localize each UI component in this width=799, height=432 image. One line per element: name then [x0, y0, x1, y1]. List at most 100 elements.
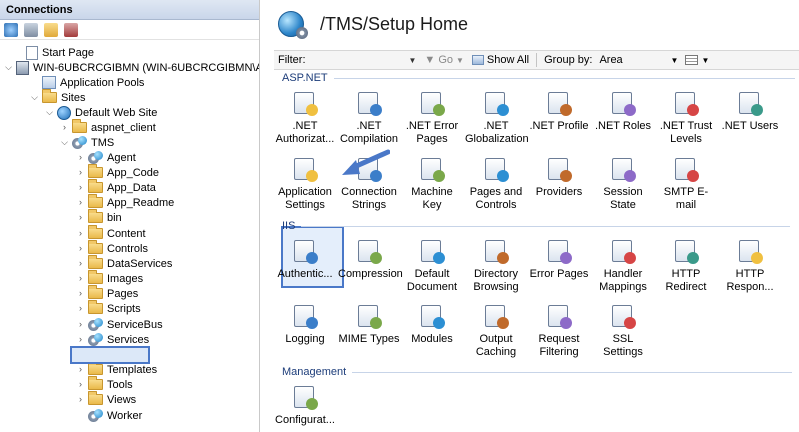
feature-item[interactable]: HTTP Redirect [655, 238, 717, 294]
connections-pane: Connections Start Page ⌵ WIN-6UBCRCGIBMN (… [0, 0, 260, 432]
tree-node[interactable]: › DataServices [76, 255, 172, 271]
feature-icon [673, 156, 699, 182]
feature-item[interactable]: Session State [592, 156, 654, 212]
feature-label: Machine Key [411, 186, 453, 211]
feature-item[interactable]: MIME Types [338, 303, 400, 346]
feature-item[interactable]: .NET Users [719, 90, 781, 133]
tree-node[interactable]: › Pages [76, 285, 138, 301]
expand-icon[interactable]: › [76, 320, 85, 329]
feature-item[interactable]: Request Filtering [528, 303, 590, 359]
tree-node[interactable]: › Views [76, 391, 136, 407]
tree-node[interactable]: › bin [76, 209, 122, 225]
group-header[interactable]: Management [282, 366, 793, 378]
tree-node[interactable]: Start Page [14, 45, 94, 60]
feature-label: Settings [285, 199, 325, 211]
disconnect-icon[interactable] [64, 22, 78, 37]
expand-icon[interactable]: › [76, 213, 85, 222]
tree-node[interactable]: › aspnet_client [60, 119, 156, 135]
feature-item[interactable]: SMTP E-mail [655, 156, 717, 212]
feature-item[interactable]: Error Pages [528, 238, 590, 281]
group-header[interactable]: IIS [282, 220, 791, 232]
funnel-icon: ▼ [424, 54, 436, 66]
tree-node[interactable]: › Agent [76, 150, 136, 165]
expand-icon[interactable]: › [76, 380, 85, 389]
filter-dropdown-icon[interactable]: ▼ [409, 56, 417, 65]
collapse-icon[interactable]: ⌵ [45, 108, 54, 117]
tree-node[interactable]: › Tools [76, 376, 133, 392]
feature-item[interactable]: .NET Authorizat... [274, 90, 336, 146]
features-pane: /TMS/Setup Home Filter: ▼ ▼ Go ▼ Show Al… [268, 0, 799, 432]
up-folder-icon[interactable] [44, 22, 58, 37]
feature-item[interactable]: Configurat... [274, 384, 336, 427]
tree-node[interactable]: › Content [76, 225, 146, 241]
expand-icon[interactable]: › [76, 153, 85, 162]
tree-node[interactable]: › Templates [76, 361, 157, 377]
show-all-label: Show All [486, 54, 530, 66]
tree-node[interactable]: › Controls [76, 240, 148, 256]
feature-item[interactable]: .NET Profile [528, 90, 590, 133]
view-button[interactable]: ▼ [681, 55, 713, 65]
group-by-select[interactable]: Area ▼ [596, 53, 681, 68]
expand-icon[interactable]: › [76, 395, 85, 404]
tree-node[interactable]: ⌵ Sites [30, 89, 85, 105]
feature-item[interactable]: Logging [274, 303, 336, 346]
feature-item[interactable]: Compression [338, 238, 403, 281]
group-by-dropdown-icon: ▼ [670, 55, 679, 65]
tree-node[interactable]: › Images [76, 270, 143, 286]
feature-item[interactable]: .NET Trust Levels [655, 90, 717, 146]
save-icon[interactable] [24, 22, 38, 37]
expand-icon[interactable]: › [76, 274, 85, 283]
feature-item[interactable]: Modules [401, 303, 463, 346]
expand-icon[interactable]: › [76, 259, 85, 268]
feature-icon [419, 238, 445, 264]
feature-item[interactable]: Default Document [401, 238, 463, 294]
tree-node[interactable]: › App_Code [76, 164, 159, 180]
tree-node[interactable]: Application Pools [30, 75, 144, 90]
feature-item[interactable]: .NET Roles [592, 90, 654, 133]
expand-icon[interactable]: › [76, 304, 85, 313]
tree-node[interactable]: Worker [76, 408, 142, 423]
tree-node[interactable]: › App_Readme [76, 194, 174, 210]
tree-node[interactable]: ⌵ TMS [60, 135, 114, 150]
feature-label: Compilation [339, 133, 399, 145]
expand-icon[interactable]: › [76, 183, 85, 192]
feature-item[interactable]: .NET Error Pages [401, 90, 463, 146]
feature-item[interactable]: Handler Mappings [592, 238, 654, 294]
expand-icon[interactable]: › [76, 289, 85, 298]
feature-item[interactable]: Pages and Controls [465, 156, 527, 212]
feature-item[interactable]: Output Caching [465, 303, 527, 359]
feature-item[interactable]: SSL Settings [592, 303, 654, 359]
expand-icon[interactable]: › [60, 123, 69, 132]
expand-icon[interactable]: › [76, 198, 85, 207]
collapse-icon[interactable]: ⌵ [4, 63, 13, 72]
tree-node[interactable]: › Scripts [76, 300, 141, 316]
tree-node[interactable]: ⌵ Default Web Site [45, 105, 157, 120]
feature-item[interactable]: Authentic... [274, 238, 336, 281]
expand-icon[interactable]: › [76, 335, 85, 344]
tree-node[interactable]: › App_Data [76, 179, 156, 195]
tree-node[interactable]: › Services [76, 332, 149, 347]
expand-icon[interactable]: › [76, 229, 85, 238]
expand-icon[interactable]: › [76, 365, 85, 374]
tree-node-label: Services [107, 333, 150, 346]
collapse-icon[interactable]: ⌵ [30, 93, 39, 102]
show-all-button[interactable]: Show All [468, 54, 533, 66]
feature-item[interactable]: Providers [528, 156, 590, 199]
collapse-icon[interactable]: ⌵ [60, 138, 69, 147]
feature-item[interactable]: Application Settings [274, 156, 336, 212]
tree-node[interactable]: › ServiceBus [76, 317, 163, 332]
connect-icon[interactable] [4, 22, 18, 37]
feature-item[interactable]: Directory Browsing [465, 238, 527, 294]
feature-item[interactable]: .NET Compilation [338, 90, 400, 146]
expand-icon[interactable]: › [76, 168, 85, 177]
tree-node[interactable]: ⌵ WIN-6UBCRCGIBMN (WIN-6UBCRCGIBMN\Adm [4, 60, 259, 75]
feature-item[interactable]: .NET Globalization [465, 90, 529, 146]
feature-item[interactable]: Machine Key [401, 156, 463, 212]
group-header[interactable]: ASP.NET [282, 72, 795, 84]
feature-item[interactable]: HTTP Respon... [719, 238, 781, 294]
go-button[interactable]: ▼ Go ▼ [420, 54, 468, 66]
expand-icon[interactable]: › [76, 244, 85, 253]
filter-input[interactable] [310, 53, 405, 68]
feature-label: Error Pages [529, 268, 589, 280]
